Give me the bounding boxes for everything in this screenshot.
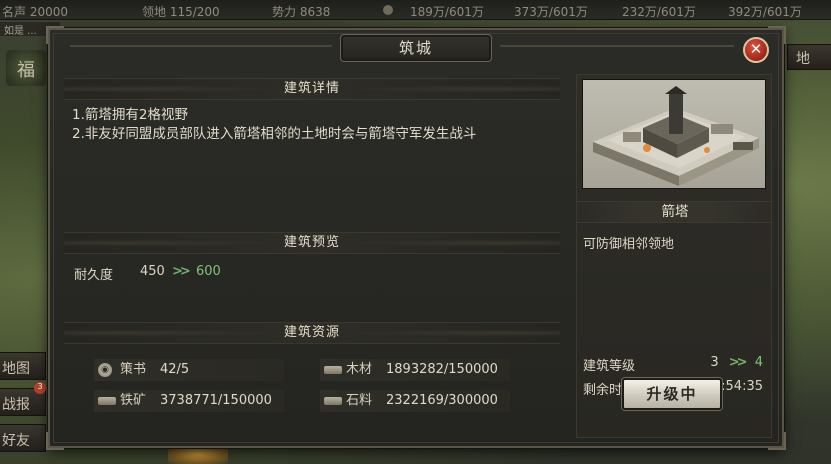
detail-line: 1.箭塔拥有2格视野 xyxy=(72,107,188,123)
resource-top-bar: 名声 20000 领地 115/200 势力 8638 189万/601万 37… xyxy=(0,0,831,20)
resource-cost-stone: 石料 2322169/300000 xyxy=(320,390,510,412)
detail-section-header: 建筑详情 xyxy=(64,78,560,100)
durability-row: 耐久度 450 >> 600 xyxy=(72,264,552,283)
resource-cost-scroll: ◉ 策书 42/5 xyxy=(94,359,284,381)
dialog-title: 筑城 xyxy=(340,34,492,62)
resource-value: 3738771/150000 xyxy=(160,393,272,408)
iron-icon xyxy=(98,397,116,405)
resource-section-header: 建筑资源 xyxy=(64,322,560,344)
dialog-corner-ornament xyxy=(46,26,64,44)
territory-readout: 领地 115/200 xyxy=(142,5,220,19)
resource-cost-wood: 木材 1893282/150000 xyxy=(320,359,510,381)
wood-icon xyxy=(324,366,342,374)
prestige-readout: 名声 20000 xyxy=(2,5,68,19)
build-city-dialog: 筑城 ✕ 建筑详情 1.箭塔拥有2格视野 2.非友好同盟成员部队进入箭塔相邻的土… xyxy=(46,26,786,450)
durability-next: 600 xyxy=(196,264,221,279)
arrow-tower-image xyxy=(582,79,766,189)
durability-label: 耐久度 xyxy=(74,268,114,283)
resource-cost-iron: 铁矿 3738771/150000 xyxy=(94,390,284,412)
scroll-icon: ◉ xyxy=(98,363,112,377)
right-side-button[interactable]: 地 xyxy=(787,44,831,70)
level-next: 4 xyxy=(754,355,763,370)
upgrade-arrow-icon: >> xyxy=(172,264,191,279)
report-notification-badge: 3 xyxy=(34,382,46,394)
resource-icon xyxy=(383,5,393,15)
resource-3-readout: 232万/601万 xyxy=(622,5,696,19)
building-name: 箭塔 xyxy=(577,201,773,223)
resource-value: 42/5 xyxy=(160,362,190,377)
friends-button[interactable]: 好友 xyxy=(0,424,46,452)
dialog-corner-ornament xyxy=(768,26,786,44)
title-divider xyxy=(500,45,734,47)
resource-label: 铁矿 xyxy=(120,393,147,408)
resource-label: 石料 xyxy=(346,393,373,408)
title-divider xyxy=(70,45,332,47)
building-detail-text: 1.箭塔拥有2格视野 2.非友好同盟成员部队进入箭塔相邻的土地时会与箭塔守军发生… xyxy=(72,106,552,144)
building-level-row: 建筑等级 3 >> 4 xyxy=(583,355,767,374)
level-value: 3 >> 4 xyxy=(710,355,763,370)
detail-line: 2.非友好同盟成员部队进入箭塔相邻的土地时会与箭塔守军发生战斗 xyxy=(72,126,477,142)
resource-label: 策书 xyxy=(120,362,147,377)
resource-value: 2322169/300000 xyxy=(386,393,498,408)
resource-label: 木材 xyxy=(346,362,373,377)
resource-4-readout: 392万/601万 xyxy=(728,5,802,19)
level-current: 3 xyxy=(710,355,719,370)
arrow-tower-illustration xyxy=(593,86,759,186)
stone-icon xyxy=(324,397,342,405)
upgrade-button[interactable]: 升级中 xyxy=(622,378,722,410)
resource-value: 1893282/150000 xyxy=(386,362,498,377)
map-button[interactable]: 地图 xyxy=(0,352,46,380)
resource-1-readout: 189万/601万 xyxy=(410,5,484,19)
level-label: 建筑等级 xyxy=(583,359,636,374)
preview-section-header: 建筑预览 xyxy=(64,232,560,254)
durability-current: 450 xyxy=(140,264,165,279)
building-info-panel: 建筑详情 1.箭塔拥有2格视野 2.非友好同盟成员部队进入箭塔相邻的土地时会与箭… xyxy=(64,74,560,438)
power-readout: 势力 8638 xyxy=(272,5,331,19)
close-button[interactable]: ✕ xyxy=(743,37,769,63)
building-description: 可防御相邻领地 xyxy=(583,237,675,252)
dialog-corner-ornament xyxy=(46,432,64,450)
upgrade-arrow-icon: >> xyxy=(728,355,748,370)
resource-2-readout: 373万/601万 xyxy=(514,5,588,19)
player-emblem[interactable]: 福 xyxy=(6,50,46,86)
